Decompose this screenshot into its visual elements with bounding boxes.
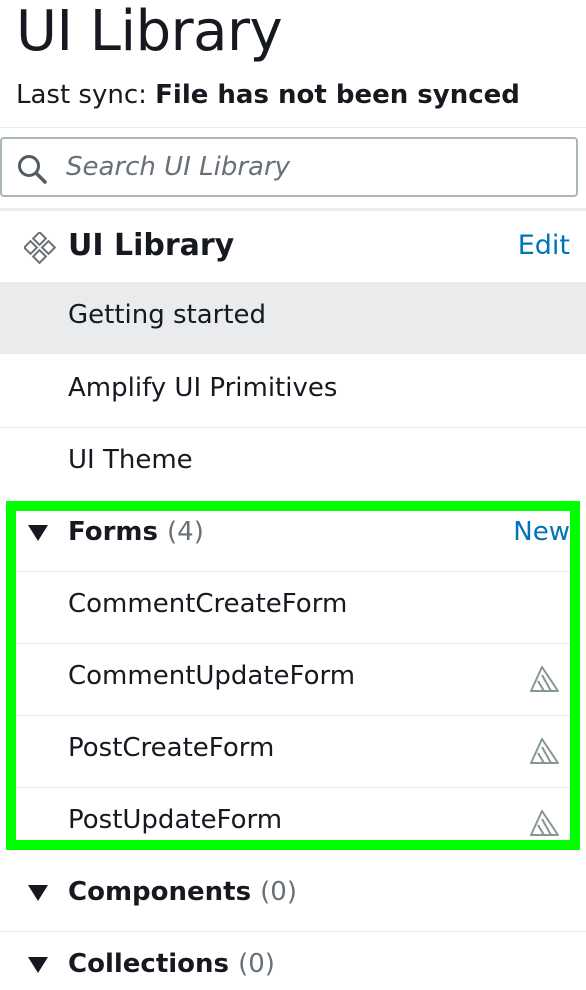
library-header: UI Library Edit <box>0 222 586 274</box>
search-icon <box>18 155 47 184</box>
nav-item-amplify-ui-primitives[interactable]: Amplify UI Primitives <box>0 355 586 427</box>
form-item-label: PostUpdateForm <box>68 805 283 835</box>
amplify-icon <box>530 738 559 764</box>
section-title: Collections <box>68 949 230 979</box>
form-item-comment-create[interactable]: CommentCreateForm <box>0 571 586 643</box>
caret-down-icon[interactable] <box>28 525 48 541</box>
section-count: (0) <box>238 949 275 979</box>
library-title: UI Library <box>68 228 235 263</box>
ui-library-panel: UI Library Last sync: File has not been … <box>0 0 586 990</box>
amplify-icon <box>530 810 559 836</box>
section-label: Collections (0) <box>68 949 275 979</box>
section-title: Forms <box>68 517 158 547</box>
nav-item-label: Amplify UI Primitives <box>68 373 338 403</box>
section-count: (0) <box>260 877 297 907</box>
search-input[interactable] <box>66 147 566 187</box>
section-count: (4) <box>167 517 204 547</box>
form-item-comment-update[interactable]: CommentUpdateForm <box>0 643 586 715</box>
sync-status: Last sync: File has not been synced <box>16 80 520 110</box>
amplify-icon <box>530 666 559 692</box>
form-item-post-update[interactable]: PostUpdateForm <box>0 787 586 859</box>
divider <box>0 208 586 211</box>
sync-value: File has not been synced <box>155 80 520 110</box>
form-item-label: PostCreateForm <box>68 733 275 763</box>
nav-item-label: Getting started <box>68 300 267 330</box>
nav-item-getting-started[interactable]: Getting started <box>0 282 586 354</box>
form-item-label: CommentCreateForm <box>68 589 348 619</box>
divider <box>0 127 586 128</box>
edit-link[interactable]: Edit <box>518 230 570 261</box>
section-title: Components <box>68 877 252 907</box>
nav-item-label: UI Theme <box>68 445 193 475</box>
form-item-label: CommentUpdateForm <box>68 661 356 691</box>
section-label: Components (0) <box>68 877 297 907</box>
caret-down-icon[interactable] <box>28 885 48 901</box>
sync-label: Last sync: <box>16 80 147 110</box>
component-cube-icon <box>24 232 56 264</box>
section-label: Forms (4) <box>68 517 204 547</box>
caret-down-icon[interactable] <box>28 957 48 973</box>
form-item-post-create[interactable]: PostCreateForm <box>0 715 586 787</box>
new-form-link[interactable]: New <box>513 517 570 547</box>
search-box[interactable] <box>0 137 578 197</box>
section-components[interactable]: Components (0) <box>0 859 586 931</box>
page-title: UI Library <box>16 0 283 64</box>
section-collections[interactable]: Collections (0) <box>0 931 586 990</box>
section-forms[interactable]: Forms (4) New <box>0 499 586 571</box>
nav-item-ui-theme[interactable]: UI Theme <box>0 427 586 499</box>
